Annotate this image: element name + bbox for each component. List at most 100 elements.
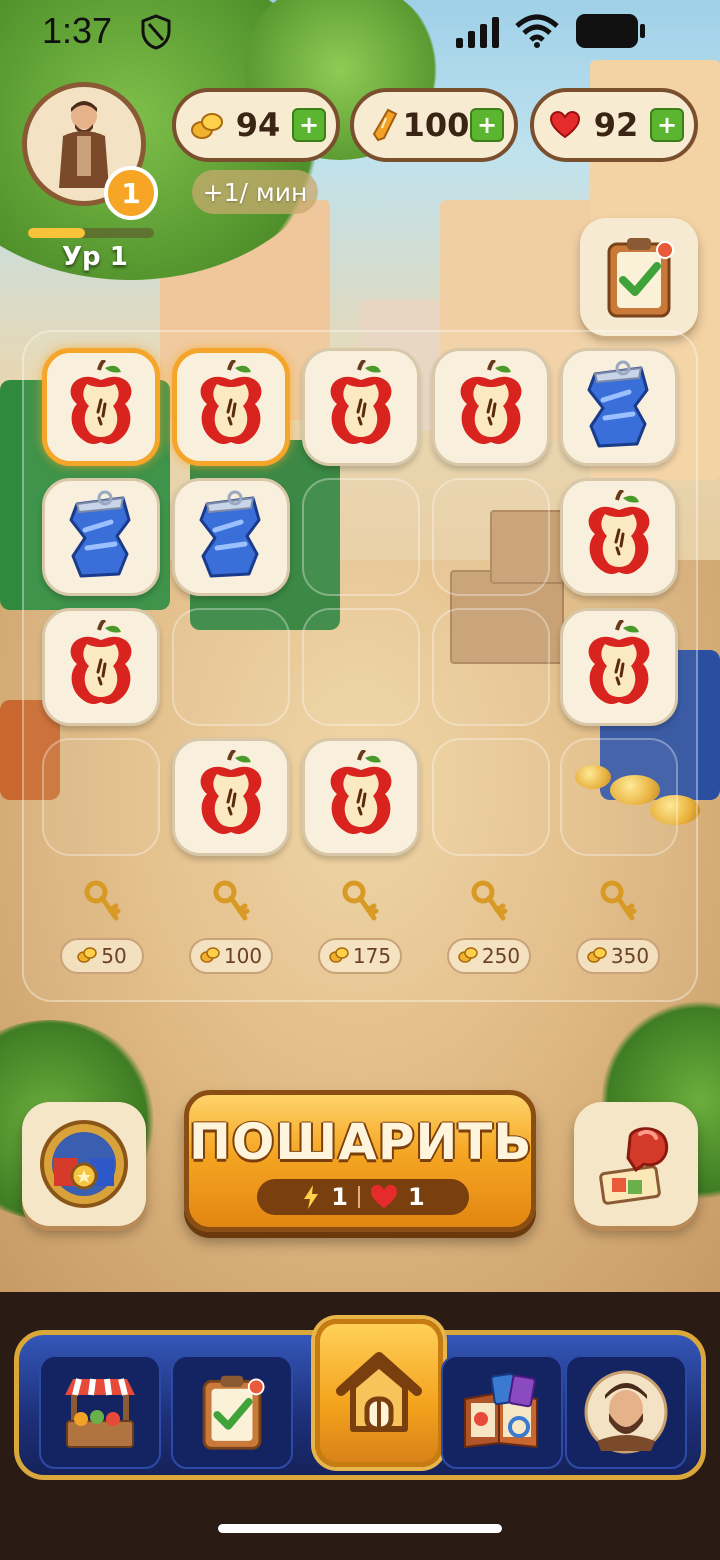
board-cell-empty[interactable] <box>302 608 420 726</box>
hearts-counter[interactable]: 92 + <box>530 88 698 162</box>
search-merge-cost: 1 1 <box>257 1179 469 1215</box>
unlock-cost: 100 <box>189 938 273 974</box>
add-coins-button[interactable]: + <box>292 108 326 142</box>
search-merge-button[interactable]: ПОШАРИТЬ 1 1 <box>184 1090 536 1232</box>
key-icon <box>189 880 273 928</box>
bottom-nav-bar <box>14 1319 706 1480</box>
battery-icon <box>576 14 645 48</box>
board-cell-can[interactable] <box>172 478 290 596</box>
board-cell-can[interactable] <box>42 478 160 596</box>
home-indicator <box>218 1524 502 1533</box>
apple-core-icon <box>191 358 271 454</box>
heart-icon <box>371 1184 397 1209</box>
column-unlock[interactable]: 50 <box>60 880 144 974</box>
coins-counter[interactable]: 94 + <box>172 88 340 162</box>
nav-collection[interactable] <box>441 1355 563 1469</box>
unlock-cost-value: 100 <box>223 944 263 968</box>
board-cell-empty[interactable] <box>172 608 290 726</box>
board-cell-empty[interactable] <box>432 738 550 856</box>
character-portrait-icon <box>584 1370 668 1454</box>
crushed-can-icon <box>193 490 269 584</box>
key-icon <box>576 880 660 928</box>
board-cell-apple-core[interactable] <box>172 738 290 856</box>
shield-icon <box>141 14 171 50</box>
xp-progress-bar <box>28 228 154 238</box>
apple-core-icon <box>191 748 271 844</box>
board-cell-apple-core[interactable] <box>42 348 160 466</box>
board-cell-apple-core[interactable] <box>172 348 290 466</box>
board-cell-apple-core[interactable] <box>302 348 420 466</box>
apple-core-icon <box>451 358 531 454</box>
board-cell-apple-core[interactable] <box>42 608 160 726</box>
level-label: Ур 1 <box>62 242 128 272</box>
status-time: 1:37 <box>42 10 113 51</box>
coin-rate-label: +1/ мин <box>192 170 318 214</box>
hearts-value: 92 <box>593 106 639 144</box>
apple-core-icon <box>61 358 141 454</box>
nav-home[interactable] <box>315 1319 443 1467</box>
energy-icon <box>368 108 402 142</box>
coins-icon <box>587 944 607 968</box>
board-cell-can[interactable] <box>560 348 678 466</box>
boxing-glove-icon <box>599 1127 669 1205</box>
crushed-can-icon <box>63 490 139 584</box>
board-cell-empty[interactable] <box>432 608 550 726</box>
level-badge: 1 <box>104 166 158 220</box>
coins-icon <box>77 944 98 968</box>
unlock-cost-value: 350 <box>610 944 650 968</box>
unlock-cost: 250 <box>447 938 531 974</box>
nav-tasks[interactable] <box>171 1355 293 1469</box>
nav-profile[interactable] <box>565 1355 687 1469</box>
energy-counter[interactable]: 100 + <box>350 88 518 162</box>
column-unlock[interactable]: 175 <box>318 880 402 974</box>
tasks-button[interactable] <box>580 218 698 336</box>
apple-core-icon <box>579 618 659 714</box>
column-unlock[interactable]: 350 <box>576 880 660 974</box>
status-bar: 1:37 <box>0 0 720 64</box>
column-unlock[interactable]: 100 <box>189 880 273 974</box>
column-unlock[interactable]: 250 <box>447 880 531 974</box>
signal-icon <box>456 17 499 48</box>
heart-icon <box>548 108 582 142</box>
coins-value: 94 <box>235 106 281 144</box>
unlock-cost-value: 50 <box>101 944 127 968</box>
key-icon <box>60 880 144 928</box>
coins-icon <box>329 944 349 968</box>
nav-shop[interactable] <box>39 1355 161 1469</box>
coins-icon <box>458 944 478 968</box>
board-cell-empty[interactable] <box>560 738 678 856</box>
board-cell-apple-core[interactable] <box>560 608 678 726</box>
arena-button[interactable] <box>22 1102 146 1226</box>
key-icon <box>318 880 402 928</box>
energy-value: 100 <box>402 106 470 144</box>
coins-icon <box>200 944 220 968</box>
board-cell-empty[interactable] <box>42 738 160 856</box>
unlock-cost: 350 <box>576 938 660 974</box>
energy-icon <box>304 1185 319 1209</box>
board-cell-apple-core[interactable] <box>432 348 550 466</box>
heart-cost-value: 1 <box>408 1183 425 1211</box>
collection-book-icon <box>464 1372 538 1449</box>
board-cell-empty[interactable] <box>432 478 550 596</box>
coins-icon <box>190 108 224 142</box>
board-cell-empty[interactable] <box>302 478 420 596</box>
apple-core-icon <box>321 748 401 844</box>
xp-progress-fill <box>28 228 85 238</box>
boost-button[interactable] <box>574 1102 698 1226</box>
bottom-nav-area <box>0 1292 720 1560</box>
wifi-icon <box>515 14 559 48</box>
shop-stall-icon <box>65 1378 135 1448</box>
search-merge-label: ПОШАРИТЬ <box>189 1113 533 1171</box>
energy-cost-value: 1 <box>331 1183 348 1211</box>
unlock-cost: 175 <box>318 938 402 974</box>
apple-core-icon <box>579 488 659 584</box>
apple-core-icon <box>321 358 401 454</box>
battle-arena-icon <box>40 1120 128 1208</box>
home-icon <box>336 1352 422 1432</box>
board-cell-apple-core[interactable] <box>302 738 420 856</box>
add-energy-button[interactable]: + <box>470 108 504 142</box>
apple-core-icon <box>61 618 141 714</box>
add-hearts-button[interactable]: + <box>650 108 684 142</box>
board-cell-apple-core[interactable] <box>560 478 678 596</box>
unlock-cost-value: 175 <box>352 944 392 968</box>
